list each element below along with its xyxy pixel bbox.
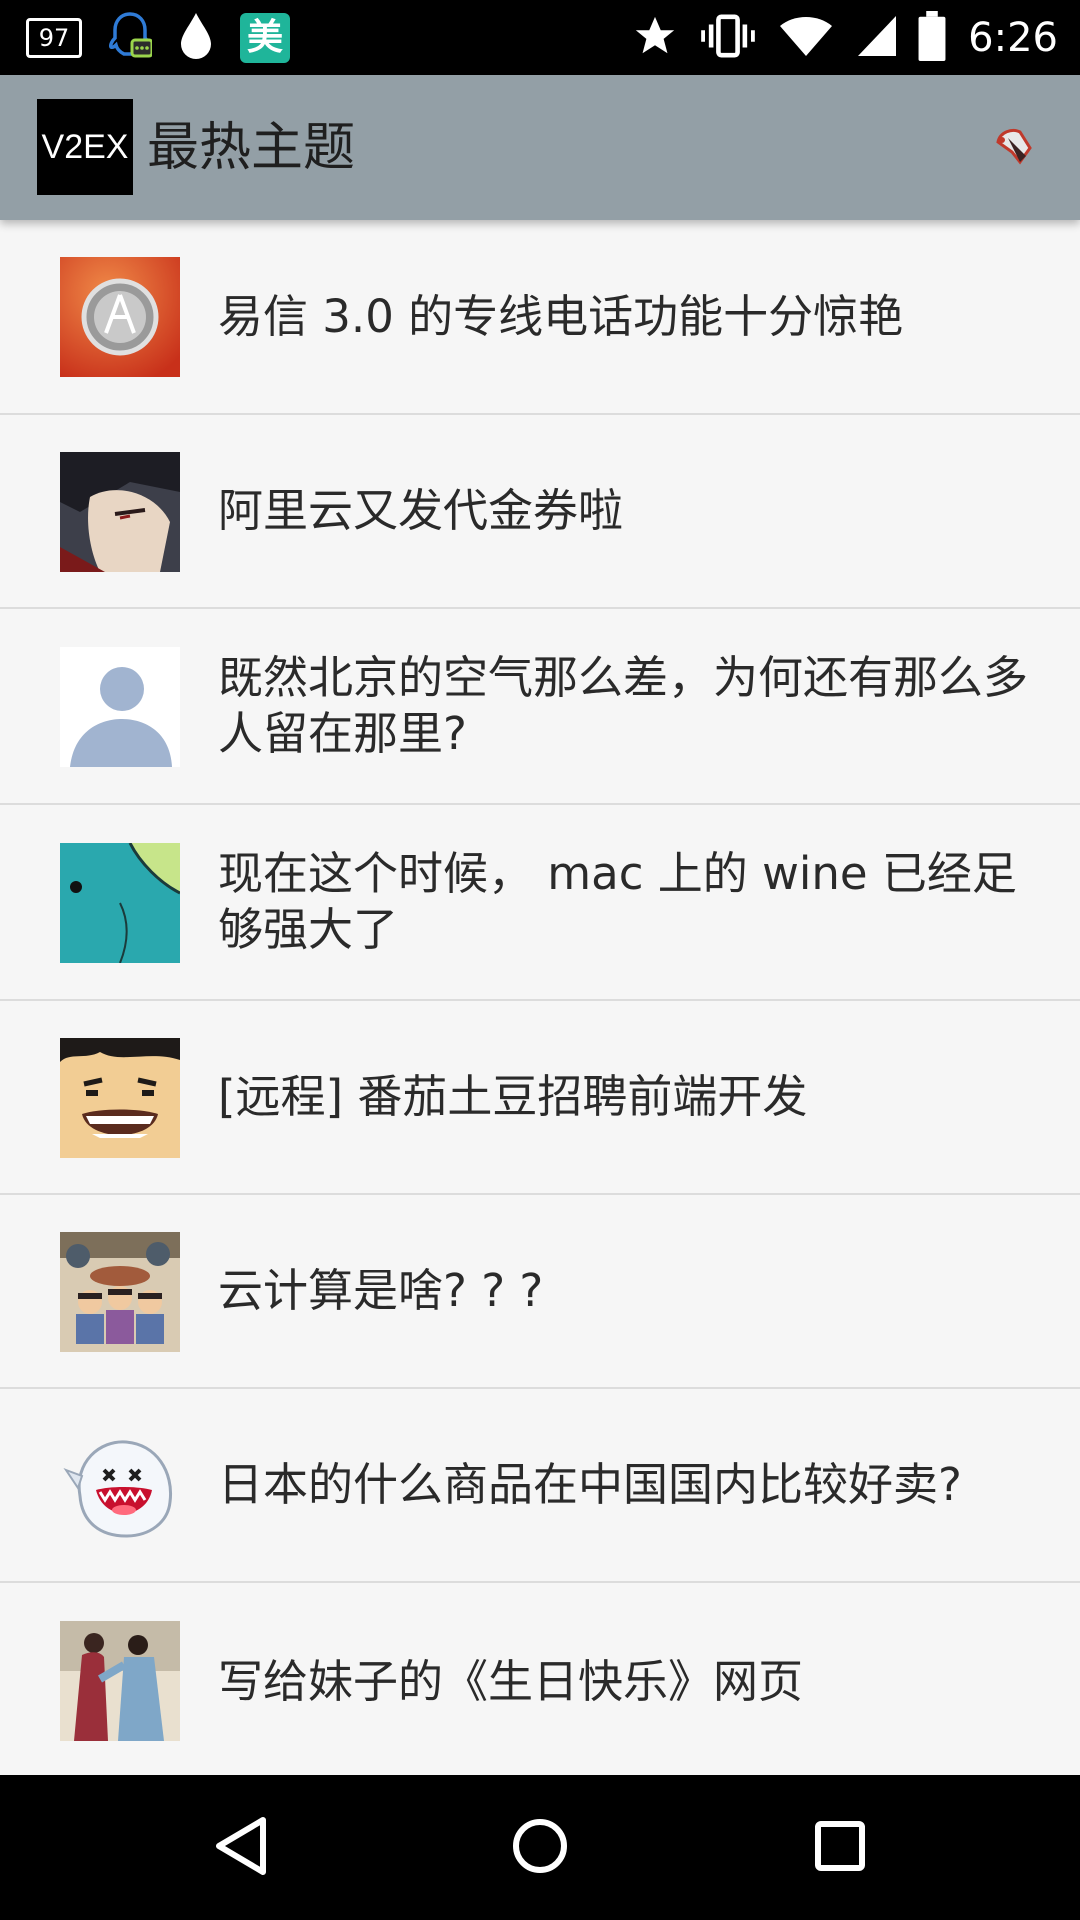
wifi-icon (778, 13, 834, 63)
list-item[interactable]: 阿里云又发代金券啦 (0, 415, 1080, 609)
home-button[interactable] (480, 1775, 600, 1920)
navigation-bar (0, 1775, 1080, 1920)
battery-icon (918, 11, 946, 65)
recents-icon (815, 1820, 865, 1875)
default-person-avatar (60, 647, 180, 767)
topic-title: 云计算是啥? ? ? (218, 1264, 544, 1317)
recents-button[interactable] (780, 1775, 900, 1920)
cartoon-group-avatar (60, 1232, 180, 1352)
qq-icon (108, 10, 154, 66)
list-item[interactable]: [远程] 番茄土豆招聘前端开发 (0, 1001, 1080, 1195)
star-icon (632, 13, 678, 63)
list-item[interactable]: 写给妹子的《生日快乐》网页 (0, 1583, 1080, 1781)
topic-title: 易信 3.0 的专线电话功能十分惊艳 (218, 289, 904, 343)
topic-title: 日本的什么商品在中国国内比较好卖? (218, 1458, 962, 1511)
grinning-face-avatar (60, 1038, 180, 1158)
clock: 6:26 (968, 15, 1058, 61)
drop-icon (178, 11, 214, 65)
list-item[interactable]: 云计算是啥? ? ? (0, 1195, 1080, 1389)
topic-list: 易信 3.0 的专线电话功能十分惊艳 阿里云又发代金券啦 既然北京的空气那么差，… (0, 220, 1080, 1775)
phone-screen: 97 美 6:26 V2EX 最热主题 易信 3.0 的专线电话功能十分惊艳 阿… (0, 0, 1080, 1920)
list-item[interactable]: 易信 3.0 的专线电话功能十分惊艳 (0, 220, 1080, 415)
boo-ghost-avatar (60, 1426, 180, 1546)
notification-count-icon: 97 (26, 18, 82, 58)
list-item[interactable]: 日本的什么商品在中国国内比较好卖? (0, 1389, 1080, 1583)
hands-icon (990, 122, 1038, 174)
topic-title: 阿里云又发代金券啦 (218, 484, 624, 537)
couple-photo-avatar (60, 1621, 180, 1741)
mei-app-icon: 美 (240, 13, 290, 63)
anime-character-avatar (60, 452, 180, 572)
action-button[interactable] (984, 118, 1044, 178)
topic-title: 现在这个时候， mac 上的 wine 已经足够强大了 (218, 847, 1017, 956)
topic-title: 写给妹子的《生日快乐》网页 (218, 1655, 804, 1708)
audio-technica-avatar (60, 257, 180, 377)
signal-icon (856, 13, 897, 63)
back-icon (213, 1816, 269, 1880)
status-bar: 97 美 6:26 (0, 0, 1080, 75)
teal-cartoon-avatar (60, 843, 180, 963)
page-title: 最热主题 (147, 118, 356, 178)
back-button[interactable] (181, 1775, 301, 1920)
app-bar: V2EX 最热主题 (0, 75, 1080, 220)
list-item[interactable]: 现在这个时候， mac 上的 wine 已经足够强大了 (0, 805, 1080, 1001)
home-icon (512, 1818, 568, 1878)
vibrate-icon (700, 13, 756, 63)
topic-title: 既然北京的空气那么差，为何还有那么多人留在那里? (218, 651, 1029, 760)
topic-title: [远程] 番茄土豆招聘前端开发 (218, 1070, 808, 1123)
v2ex-logo: V2EX (37, 99, 133, 195)
list-item[interactable]: 既然北京的空气那么差，为何还有那么多人留在那里? (0, 609, 1080, 805)
